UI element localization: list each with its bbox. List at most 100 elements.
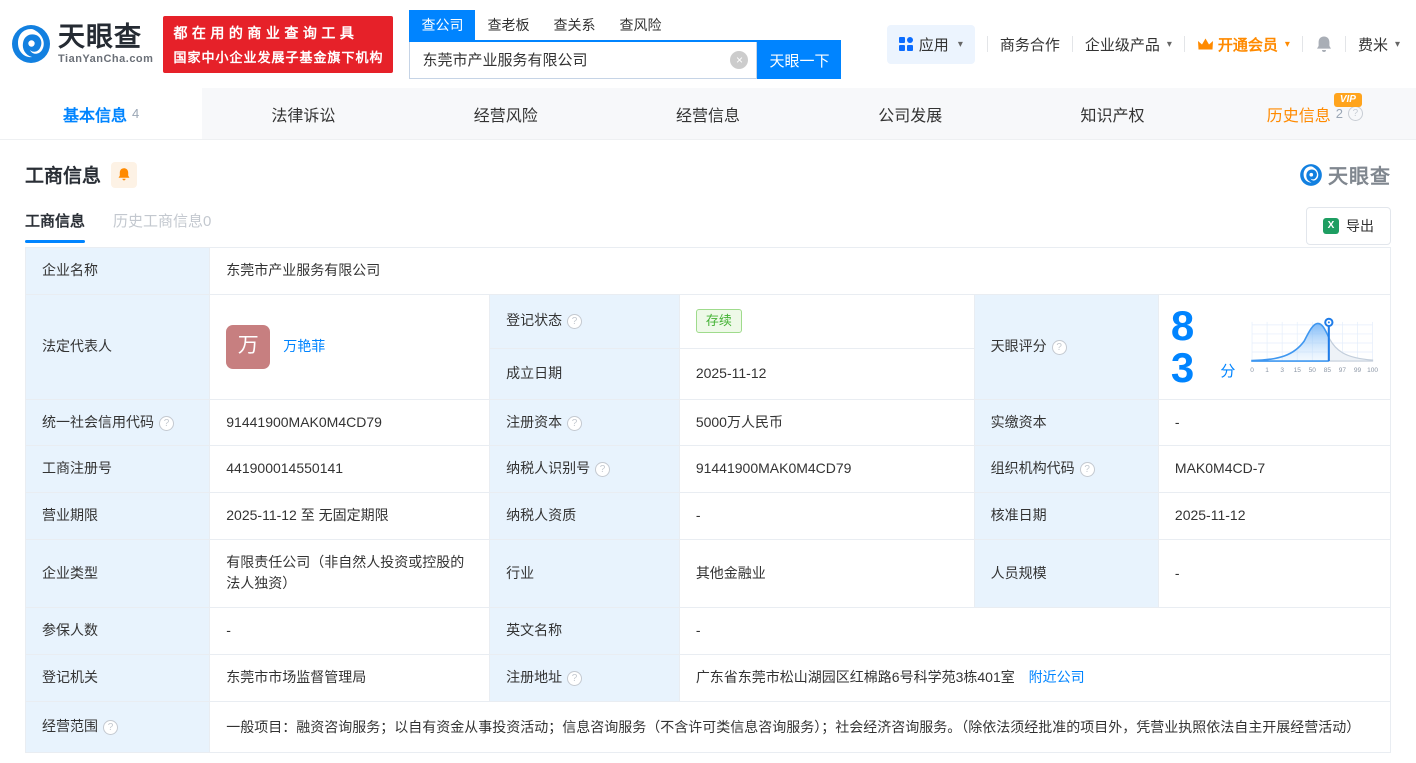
- field-label: 参保人数: [24, 607, 211, 655]
- help-icon[interactable]: ?: [1079, 462, 1095, 478]
- tab-company-development[interactable]: 公司发展: [809, 88, 1011, 139]
- status-badge: 存续: [695, 309, 742, 334]
- legal-rep-link[interactable]: 万艳菲: [283, 336, 325, 358]
- search-tab-risk[interactable]: 查风险: [607, 10, 673, 40]
- field-label: 英文名称: [489, 607, 680, 655]
- score-cell: 83 分 0 1 3 15 50 85 97 99 100: [1157, 293, 1392, 400]
- help-icon[interactable]: ?: [159, 415, 174, 431]
- table-row: 营业期限 2025-11-12 至 无固定期限 纳税人资质 - 核准日期 202…: [24, 492, 1392, 540]
- menu-item-enterprise[interactable]: 企业级产品 ▾: [1085, 34, 1172, 55]
- svg-text:0: 0: [1251, 367, 1255, 374]
- chevron-down-icon: ▾: [1166, 38, 1172, 50]
- tianyancha-watermark: 天眼查: [1299, 160, 1391, 189]
- table-row: 企业名称 东莞市产业服务有限公司: [24, 247, 1391, 295]
- field-label: 工商注册号: [24, 445, 211, 494]
- tianyancha-logo[interactable]: 天眼查 TianYanCha.com: [10, 23, 153, 65]
- export-button[interactable]: X 导出: [1306, 207, 1391, 245]
- reg-number-value: 441900014550141: [209, 445, 491, 494]
- field-label: 经营范围?: [24, 700, 211, 754]
- field-label: 纳税人资质: [489, 492, 680, 540]
- field-label: 企业类型: [24, 538, 211, 609]
- help-icon[interactable]: ?: [567, 670, 583, 686]
- tianyancha-swirl-icon: [1300, 163, 1322, 186]
- table-row: 登记机关 东莞市市场监督管理局 注册地址? 广东省东莞市松山湖园区红棉路6号科学…: [24, 653, 1392, 702]
- nearby-companies-link[interactable]: 附近公司: [1029, 669, 1085, 685]
- vip-badge: VIP: [1333, 93, 1362, 107]
- tab-history-info[interactable]: VIP 历史信息 2 ?: [1214, 88, 1416, 139]
- search-input[interactable]: [410, 41, 757, 78]
- taxpayer-id-value: 91441900MAK0M4CD79: [678, 445, 975, 494]
- help-icon[interactable]: ?: [1347, 106, 1363, 121]
- clear-search-icon[interactable]: ×: [730, 50, 749, 69]
- svg-text:50: 50: [1309, 367, 1317, 374]
- english-name-value: -: [678, 607, 1392, 655]
- help-icon[interactable]: ?: [567, 314, 583, 330]
- notification-bell-icon[interactable]: [1315, 35, 1333, 54]
- enterprise-label: 企业级产品: [1084, 36, 1160, 54]
- subtab-history-business-info[interactable]: 历史工商信息0: [113, 210, 211, 243]
- field-label: 法定代表人: [24, 293, 211, 400]
- search-tab-company[interactable]: 查公司: [409, 9, 476, 40]
- apps-menu-button[interactable]: 应用 ▾: [886, 24, 975, 64]
- table-row: 工商注册号 441900014550141 纳税人识别号? 91441900MA…: [24, 445, 1392, 494]
- help-icon[interactable]: ?: [103, 719, 118, 735]
- help-icon[interactable]: ?: [1051, 339, 1067, 355]
- tab-intellectual-property[interactable]: 知识产权: [1011, 88, 1213, 139]
- main-content: 工商信息 天眼查 工商信息 历史工商信息0 X 导出 企业名称 东莞市产业服务有…: [0, 160, 1416, 754]
- tianyancha-swirl-icon: [12, 25, 50, 63]
- tab-label: 经营风险: [473, 107, 538, 125]
- tab-operation-risk[interactable]: 经营风险: [405, 88, 607, 139]
- help-icon[interactable]: ?: [567, 415, 583, 431]
- search-tab-relation[interactable]: 查关系: [541, 10, 607, 40]
- reg-address-value: 广东省东莞市松山湖园区红棉路6号科学苑3栋401室: [695, 668, 1015, 685]
- field-label: 天眼评分?: [973, 293, 1159, 400]
- chevron-down-icon: ▾: [1284, 38, 1290, 50]
- chevron-down-icon: ▾: [1394, 38, 1400, 50]
- tab-label: 基本信息: [63, 107, 128, 125]
- field-label: 登记状态?: [489, 293, 680, 349]
- search-input-wrap: ×: [409, 41, 758, 79]
- field-label-text: 注册资本: [506, 413, 563, 430]
- approval-date-value: 2025-11-12: [1157, 492, 1392, 540]
- field-label: 实缴资本: [973, 398, 1159, 447]
- field-label: 登记机关: [24, 653, 211, 702]
- menu-item-vip[interactable]: 开通会员 ▾: [1197, 34, 1290, 55]
- tab-label: 公司发展: [878, 107, 943, 125]
- avatar[interactable]: 万: [226, 324, 271, 369]
- legal-rep-cell: 万 万艳菲: [209, 293, 491, 400]
- menu-item-user[interactable]: 费米 ▾: [1358, 34, 1400, 55]
- svg-text:100: 100: [1368, 367, 1378, 374]
- search-module: 查公司 查老板 查关系 查风险 × 天眼一下: [409, 9, 842, 79]
- reg-capital-value: 5000万人民币: [678, 398, 975, 447]
- search-button[interactable]: 天眼一下: [757, 41, 842, 79]
- subtab-business-info[interactable]: 工商信息: [25, 210, 86, 243]
- monitor-bell-icon[interactable]: [111, 161, 138, 188]
- tab-basic-info[interactable]: 基本信息 4: [0, 88, 203, 139]
- table-row: 经营范围? 一般项目：融资咨询服务；以自有资金从事投资活动；信息咨询服务（不含许…: [24, 700, 1391, 754]
- field-label-text: 组织机构代码: [990, 460, 1075, 477]
- tab-label: 知识产权: [1080, 107, 1145, 125]
- menu-divider: [1183, 36, 1185, 52]
- chevron-down-icon: ▾: [957, 38, 963, 50]
- field-label: 人员规模: [973, 538, 1159, 609]
- score-distribution-chart[interactable]: 0 1 3 15 50 85 97 99 100: [1247, 314, 1378, 380]
- menu-item-cooperation[interactable]: 商务合作: [1000, 34, 1060, 55]
- curve-filled: [1251, 322, 1330, 362]
- org-code-value: MAK0M4CD-7: [1157, 445, 1392, 494]
- logo-text: 天眼查 TianYanCha.com: [58, 21, 153, 65]
- table-row: 企业类型 有限责任公司（非自然人投资或控股的法人独资） 行业 其他金融业 人员规…: [24, 538, 1392, 609]
- tab-legal-litigation[interactable]: 法律诉讼: [202, 88, 404, 139]
- logo-brand: 天眼查: [58, 21, 142, 52]
- reg-address-cell: 广东省东莞市松山湖园区红棉路6号科学苑3栋401室 附近公司: [678, 653, 1392, 702]
- tab-operation-info[interactable]: 经营信息: [607, 88, 809, 139]
- svg-text:85: 85: [1324, 367, 1332, 374]
- section-header: 工商信息 天眼查: [25, 160, 1391, 189]
- field-label-text: 经营范围: [42, 717, 98, 734]
- establish-date-value: 2025-11-12: [678, 347, 975, 400]
- apps-grid-icon: [898, 37, 913, 51]
- search-tab-boss[interactable]: 查老板: [475, 10, 541, 40]
- field-label-text: 统一社会信用代码: [42, 413, 154, 430]
- company-type-value: 有限责任公司（非自然人投资或控股的法人独资）: [209, 538, 491, 609]
- credit-code-value: 91441900MAK0M4CD79: [209, 398, 491, 447]
- help-icon[interactable]: ?: [595, 462, 611, 478]
